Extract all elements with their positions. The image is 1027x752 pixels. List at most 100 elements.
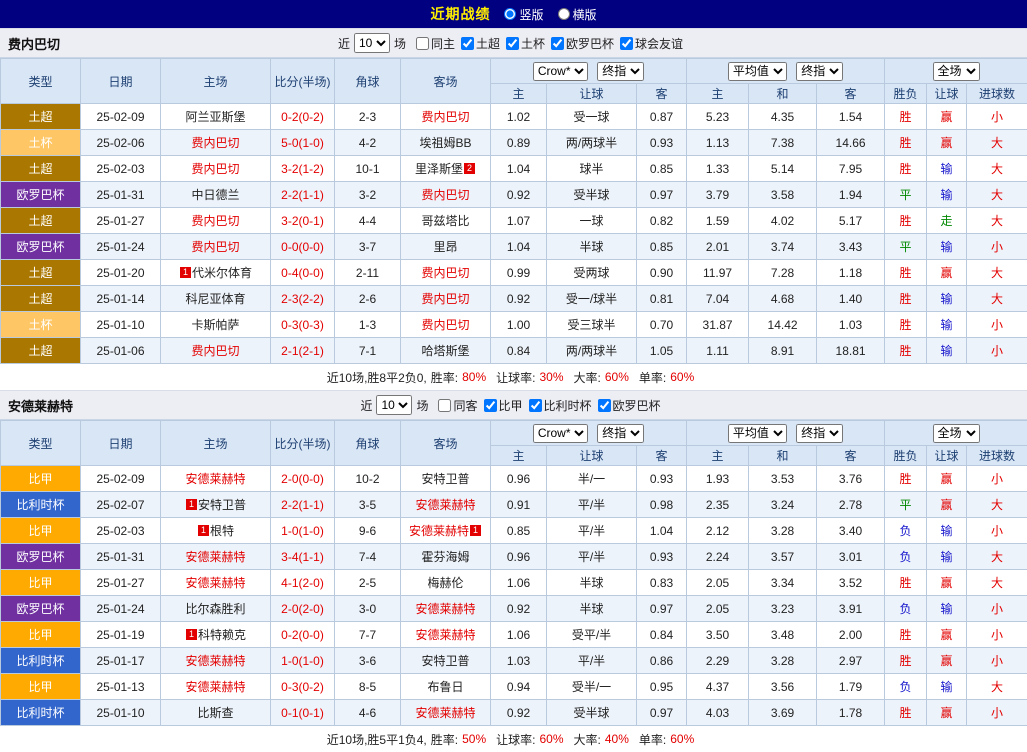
filter-checkbox-同主[interactable]: 同主 <box>416 35 455 52</box>
team-link[interactable]: 安德莱赫特 <box>409 524 469 538</box>
avg-group-header: 平均值 终指 <box>687 421 885 446</box>
team-link[interactable]: 埃祖姆BB <box>419 136 471 150</box>
match-row: 比甲25-01-27安德莱赫特4-1(2-0)2-5梅赫伦1.06半球0.832… <box>1 570 1027 596</box>
filter-checkbox-土超[interactable]: 土超 <box>461 35 500 52</box>
home-team-cell: 费内巴切 <box>161 130 271 156</box>
odds-handicap-cell: 一球 <box>547 208 637 234</box>
filter-checkbox-土杯[interactable]: 土杯 <box>506 35 545 52</box>
team-link[interactable]: 安德莱赫特 <box>185 472 245 486</box>
avg-away-cell: 3.76 <box>817 466 885 492</box>
team-link[interactable]: 布鲁日 <box>427 680 463 694</box>
avg-draw-cell: 4.02 <box>749 208 817 234</box>
team-link[interactable]: 根特 <box>210 524 234 538</box>
checkbox-input[interactable] <box>529 399 542 412</box>
filter-checkbox-同客[interactable]: 同客 <box>438 397 477 414</box>
match-count-select[interactable]: 10 <box>376 395 412 415</box>
checkbox-input[interactable] <box>438 399 451 412</box>
odds-final-select[interactable]: 终指 <box>597 62 644 81</box>
checkbox-input[interactable] <box>461 37 474 50</box>
odds-company-select[interactable]: Crow* <box>533 62 588 81</box>
team-link[interactable]: 科尼亚体育 <box>185 292 245 306</box>
team-link[interactable]: 安特卫普 <box>198 498 246 512</box>
scope-select[interactable]: 全场 <box>933 424 980 443</box>
team-link[interactable]: 科特赖克 <box>198 628 246 642</box>
team-link[interactable]: 费内巴切 <box>421 110 469 124</box>
away-team-cell: 里泽斯堡2 <box>401 156 491 182</box>
avg-away-cell: 1.79 <box>817 674 885 700</box>
team-link[interactable]: 里泽斯堡 <box>415 162 463 176</box>
team-link[interactable]: 费内巴切 <box>421 292 469 306</box>
avg-home-cell: 1.93 <box>687 466 749 492</box>
checkbox-input[interactable] <box>416 37 429 50</box>
team-link[interactable]: 安德莱赫特 <box>415 628 475 642</box>
team-link[interactable]: 比斯查 <box>197 706 233 720</box>
team-link[interactable]: 费内巴切 <box>421 188 469 202</box>
team-link[interactable]: 代米尔体育 <box>192 266 252 280</box>
odds-final-select[interactable]: 终指 <box>597 424 644 443</box>
team-link[interactable]: 里昂 <box>433 240 457 254</box>
checkbox-input[interactable] <box>551 37 564 50</box>
team-link[interactable]: 费内巴切 <box>421 266 469 280</box>
avg-select[interactable]: 平均值 <box>728 424 787 443</box>
avg-select[interactable]: 平均值 <box>728 62 787 81</box>
col-avg-draw: 和 <box>749 446 817 466</box>
team-link[interactable]: 梅赫伦 <box>427 576 463 590</box>
team-link[interactable]: 安德莱赫特 <box>415 602 475 616</box>
match-count-select[interactable]: 10 <box>354 33 390 53</box>
team-link[interactable]: 安德莱赫特 <box>185 550 245 564</box>
odds-company-select[interactable]: Crow* <box>533 424 588 443</box>
team-link[interactable]: 安德莱赫特 <box>185 576 245 590</box>
score-cell: 4-1(2-0) <box>271 570 335 596</box>
filter-checkbox-欧罗巴杯[interactable]: 欧罗巴杯 <box>598 397 661 414</box>
avg-home-cell: 7.04 <box>687 286 749 312</box>
checkbox-input[interactable] <box>620 37 633 50</box>
scope-select[interactable]: 全场 <box>933 62 980 81</box>
team-link[interactable]: 霍芬海姆 <box>421 550 469 564</box>
filter-checkbox-比利时杯[interactable]: 比利时杯 <box>529 397 592 414</box>
layout-vertical-radio[interactable]: 竖版 <box>504 6 543 23</box>
corner-cell: 7-4 <box>335 544 401 570</box>
team-link[interactable]: 安德莱赫特 <box>185 680 245 694</box>
score-cell: 5-0(1-0) <box>271 130 335 156</box>
avg-final-select[interactable]: 终指 <box>796 424 843 443</box>
team-link[interactable]: 中日德兰 <box>191 188 239 202</box>
filter-checkbox-比甲[interactable]: 比甲 <box>484 397 523 414</box>
checkbox-input[interactable] <box>506 37 519 50</box>
layout-horizontal-radio[interactable]: 横版 <box>558 6 597 23</box>
checkbox-label: 土超 <box>476 35 500 52</box>
team-link[interactable]: 安德莱赫特 <box>185 654 245 668</box>
avg-group-header: 平均值 终指 <box>687 59 885 84</box>
team-link[interactable]: 安德莱赫特 <box>415 498 475 512</box>
team-link[interactable]: 哥兹塔比 <box>421 214 469 228</box>
filter-checkbox-球会友谊[interactable]: 球会友谊 <box>620 35 683 52</box>
vertical-radio-input[interactable] <box>504 8 516 20</box>
team-link[interactable]: 安特卫普 <box>421 654 469 668</box>
summary-stat-value: 60% <box>539 732 563 746</box>
checkbox-input[interactable] <box>484 399 497 412</box>
avg-draw-cell: 3.58 <box>749 182 817 208</box>
team-link[interactable]: 卡斯帕萨 <box>191 318 239 332</box>
away-team-cell: 费内巴切 <box>401 260 491 286</box>
avg-final-select[interactable]: 终指 <box>796 62 843 81</box>
horizontal-radio-input[interactable] <box>558 8 570 20</box>
away-team-cell: 霍芬海姆 <box>401 544 491 570</box>
team-link[interactable]: 费内巴切 <box>191 344 239 358</box>
filter-checkbox-欧罗巴杯[interactable]: 欧罗巴杯 <box>551 35 614 52</box>
team-link[interactable]: 安德莱赫特 <box>415 706 475 720</box>
team-link[interactable]: 费内巴切 <box>421 318 469 332</box>
checkbox-label: 同主 <box>431 35 455 52</box>
avg-home-cell: 3.50 <box>687 622 749 648</box>
team-link[interactable]: 安特卫普 <box>421 472 469 486</box>
team-link[interactable]: 费内巴切 <box>191 240 239 254</box>
team-link[interactable]: 费内巴切 <box>191 136 239 150</box>
team-link[interactable]: 费内巴切 <box>191 214 239 228</box>
team-link[interactable]: 费内巴切 <box>191 162 239 176</box>
checkbox-input[interactable] <box>598 399 611 412</box>
avg-draw-cell: 7.28 <box>749 260 817 286</box>
team-link[interactable]: 比尔森胜利 <box>185 602 245 616</box>
home-team-cell: 安德莱赫特 <box>161 570 271 596</box>
team-link[interactable]: 哈塔斯堡 <box>421 344 469 358</box>
team-link[interactable]: 阿兰亚斯堡 <box>185 110 245 124</box>
odds-away-cell: 0.84 <box>637 622 687 648</box>
corner-cell: 2-6 <box>335 286 401 312</box>
